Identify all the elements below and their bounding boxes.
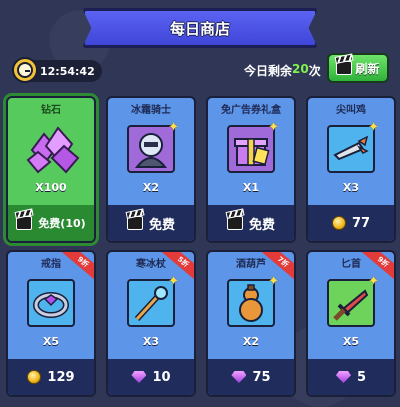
price-button[interactable]: 77 xyxy=(308,205,394,241)
dagger-icon: ✦ xyxy=(327,274,379,327)
shop-card-screaming-chicken[interactable]: 尖叫鸡 ✦ X3 77 xyxy=(306,96,396,243)
remain-prefix: 今日剩余 xyxy=(244,64,293,78)
item-qty: X5 xyxy=(42,335,60,348)
refresh-label: 刷新 xyxy=(355,61,380,76)
price-button[interactable]: 免费 xyxy=(108,205,194,241)
refresh-timer: 12:54:42 xyxy=(12,57,102,83)
item-price: 75 xyxy=(252,369,271,385)
timer-text: 12:54:42 xyxy=(40,64,95,78)
sparkle-icon: ✦ xyxy=(268,274,279,289)
item-name: 免广告券礼盒 xyxy=(221,104,281,116)
item-qty: X2 xyxy=(242,335,260,348)
item-qty: X100 xyxy=(35,181,67,194)
item-name: 尖叫鸡 xyxy=(336,104,366,116)
item-price: 免费 xyxy=(248,217,275,233)
purple-gem-icon xyxy=(131,371,147,383)
price-button[interactable]: 129 xyxy=(8,359,94,395)
price-button[interactable]: 5 xyxy=(308,359,394,395)
item-price: 免费 xyxy=(148,217,175,233)
item-price: 129 xyxy=(47,369,75,385)
frost-knight-icon: ✦ xyxy=(127,120,179,173)
item-name: 钻石 xyxy=(41,104,61,116)
shop-card-gift-box[interactable]: 免广告券礼盒 ✦ X1 免费 xyxy=(206,96,296,243)
ad-video-icon xyxy=(336,61,353,75)
gift-box-icon: ✦ xyxy=(227,120,279,173)
shop-card-gourd[interactable]: 7折 酒葫芦 ✦ X2 75 xyxy=(206,250,296,397)
purple-gem-icon xyxy=(335,371,351,383)
remain-suffix: 次 xyxy=(308,64,321,78)
screaming-chicken-icon: ✦ xyxy=(327,120,379,173)
ad-video-icon xyxy=(126,216,143,230)
item-price: 免费(10) xyxy=(38,217,86,230)
sparkle-icon: ✦ xyxy=(168,120,179,135)
gold-coin-icon xyxy=(331,216,346,230)
shop-card-frost-knight[interactable]: 冰霜骑士 ✦ X2 免费 xyxy=(106,96,196,243)
remain-count: 20 xyxy=(292,62,309,76)
item-price: 77 xyxy=(351,215,371,231)
item-qty: X1 xyxy=(242,181,260,194)
item-qty: X3 xyxy=(142,335,160,348)
price-button[interactable]: 免费(10) xyxy=(8,205,94,241)
item-name: 匕首 xyxy=(341,258,361,270)
purple-gem-icon xyxy=(231,371,247,383)
sparkle-icon: ✦ xyxy=(368,274,379,289)
item-name: 寒冰杖 xyxy=(136,258,166,270)
title-banner: 每日商店 xyxy=(82,8,318,48)
stopwatch-icon xyxy=(12,57,38,83)
price-button[interactable]: 75 xyxy=(208,359,294,395)
sparkle-icon: ✦ xyxy=(368,120,379,135)
refresh-button[interactable]: 刷新 xyxy=(327,53,389,83)
shop-card-diamond[interactable]: 钻石 X100 免费(10) xyxy=(3,93,99,246)
remaining-refreshes: 今日剩余 20 次 xyxy=(244,62,321,79)
price-button[interactable]: 免费 xyxy=(208,205,294,241)
item-price: 10 xyxy=(152,369,171,385)
gold-coin-icon xyxy=(27,370,42,384)
item-name: 酒葫芦 xyxy=(236,258,266,270)
shop-card-dagger[interactable]: 9折 匕首 ✦ X5 5 xyxy=(306,250,396,397)
ring-icon xyxy=(27,279,75,327)
purple-crystals-icon xyxy=(22,120,82,175)
item-price: 5 xyxy=(356,369,367,385)
ad-video-icon xyxy=(226,216,243,230)
item-name: 戒指 xyxy=(41,258,61,270)
sparkle-icon: ✦ xyxy=(268,120,279,135)
shop-card-ring[interactable]: 9折 戒指 X5 129 xyxy=(6,250,96,397)
item-qty: X3 xyxy=(342,181,360,194)
item-qty: X2 xyxy=(142,181,160,194)
page-title: 每日商店 xyxy=(169,19,230,38)
price-button[interactable]: 10 xyxy=(108,359,194,395)
shop-card-ice-staff[interactable]: 5折 寒冰杖 ✦ X3 10 xyxy=(106,250,196,397)
item-name: 冰霜骑士 xyxy=(131,104,171,116)
item-qty: X5 xyxy=(342,335,360,348)
gourd-icon: ✦ xyxy=(227,274,279,327)
ice-staff-icon: ✦ xyxy=(127,274,179,327)
ad-video-icon xyxy=(16,216,33,230)
sparkle-icon: ✦ xyxy=(168,274,179,289)
